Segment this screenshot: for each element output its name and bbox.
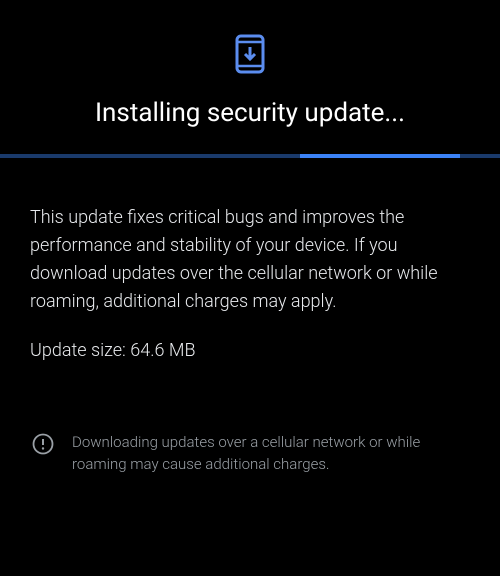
update-screen: Installing security update... This updat… [0, 0, 500, 476]
alert-circle-icon [32, 433, 54, 459]
progress-indicator [300, 154, 460, 158]
update-size: Update size: 64.6 MB [30, 340, 470, 361]
page-title: Installing security update... [30, 98, 470, 128]
header-icon-wrap [30, 34, 470, 78]
progress-bar [0, 154, 500, 158]
update-description: This update fixes critical bugs and impr… [30, 204, 470, 316]
warning-row: Downloading updates over a cellular netw… [30, 431, 470, 476]
warning-text: Downloading updates over a cellular netw… [72, 431, 468, 476]
phone-download-icon [233, 34, 267, 78]
